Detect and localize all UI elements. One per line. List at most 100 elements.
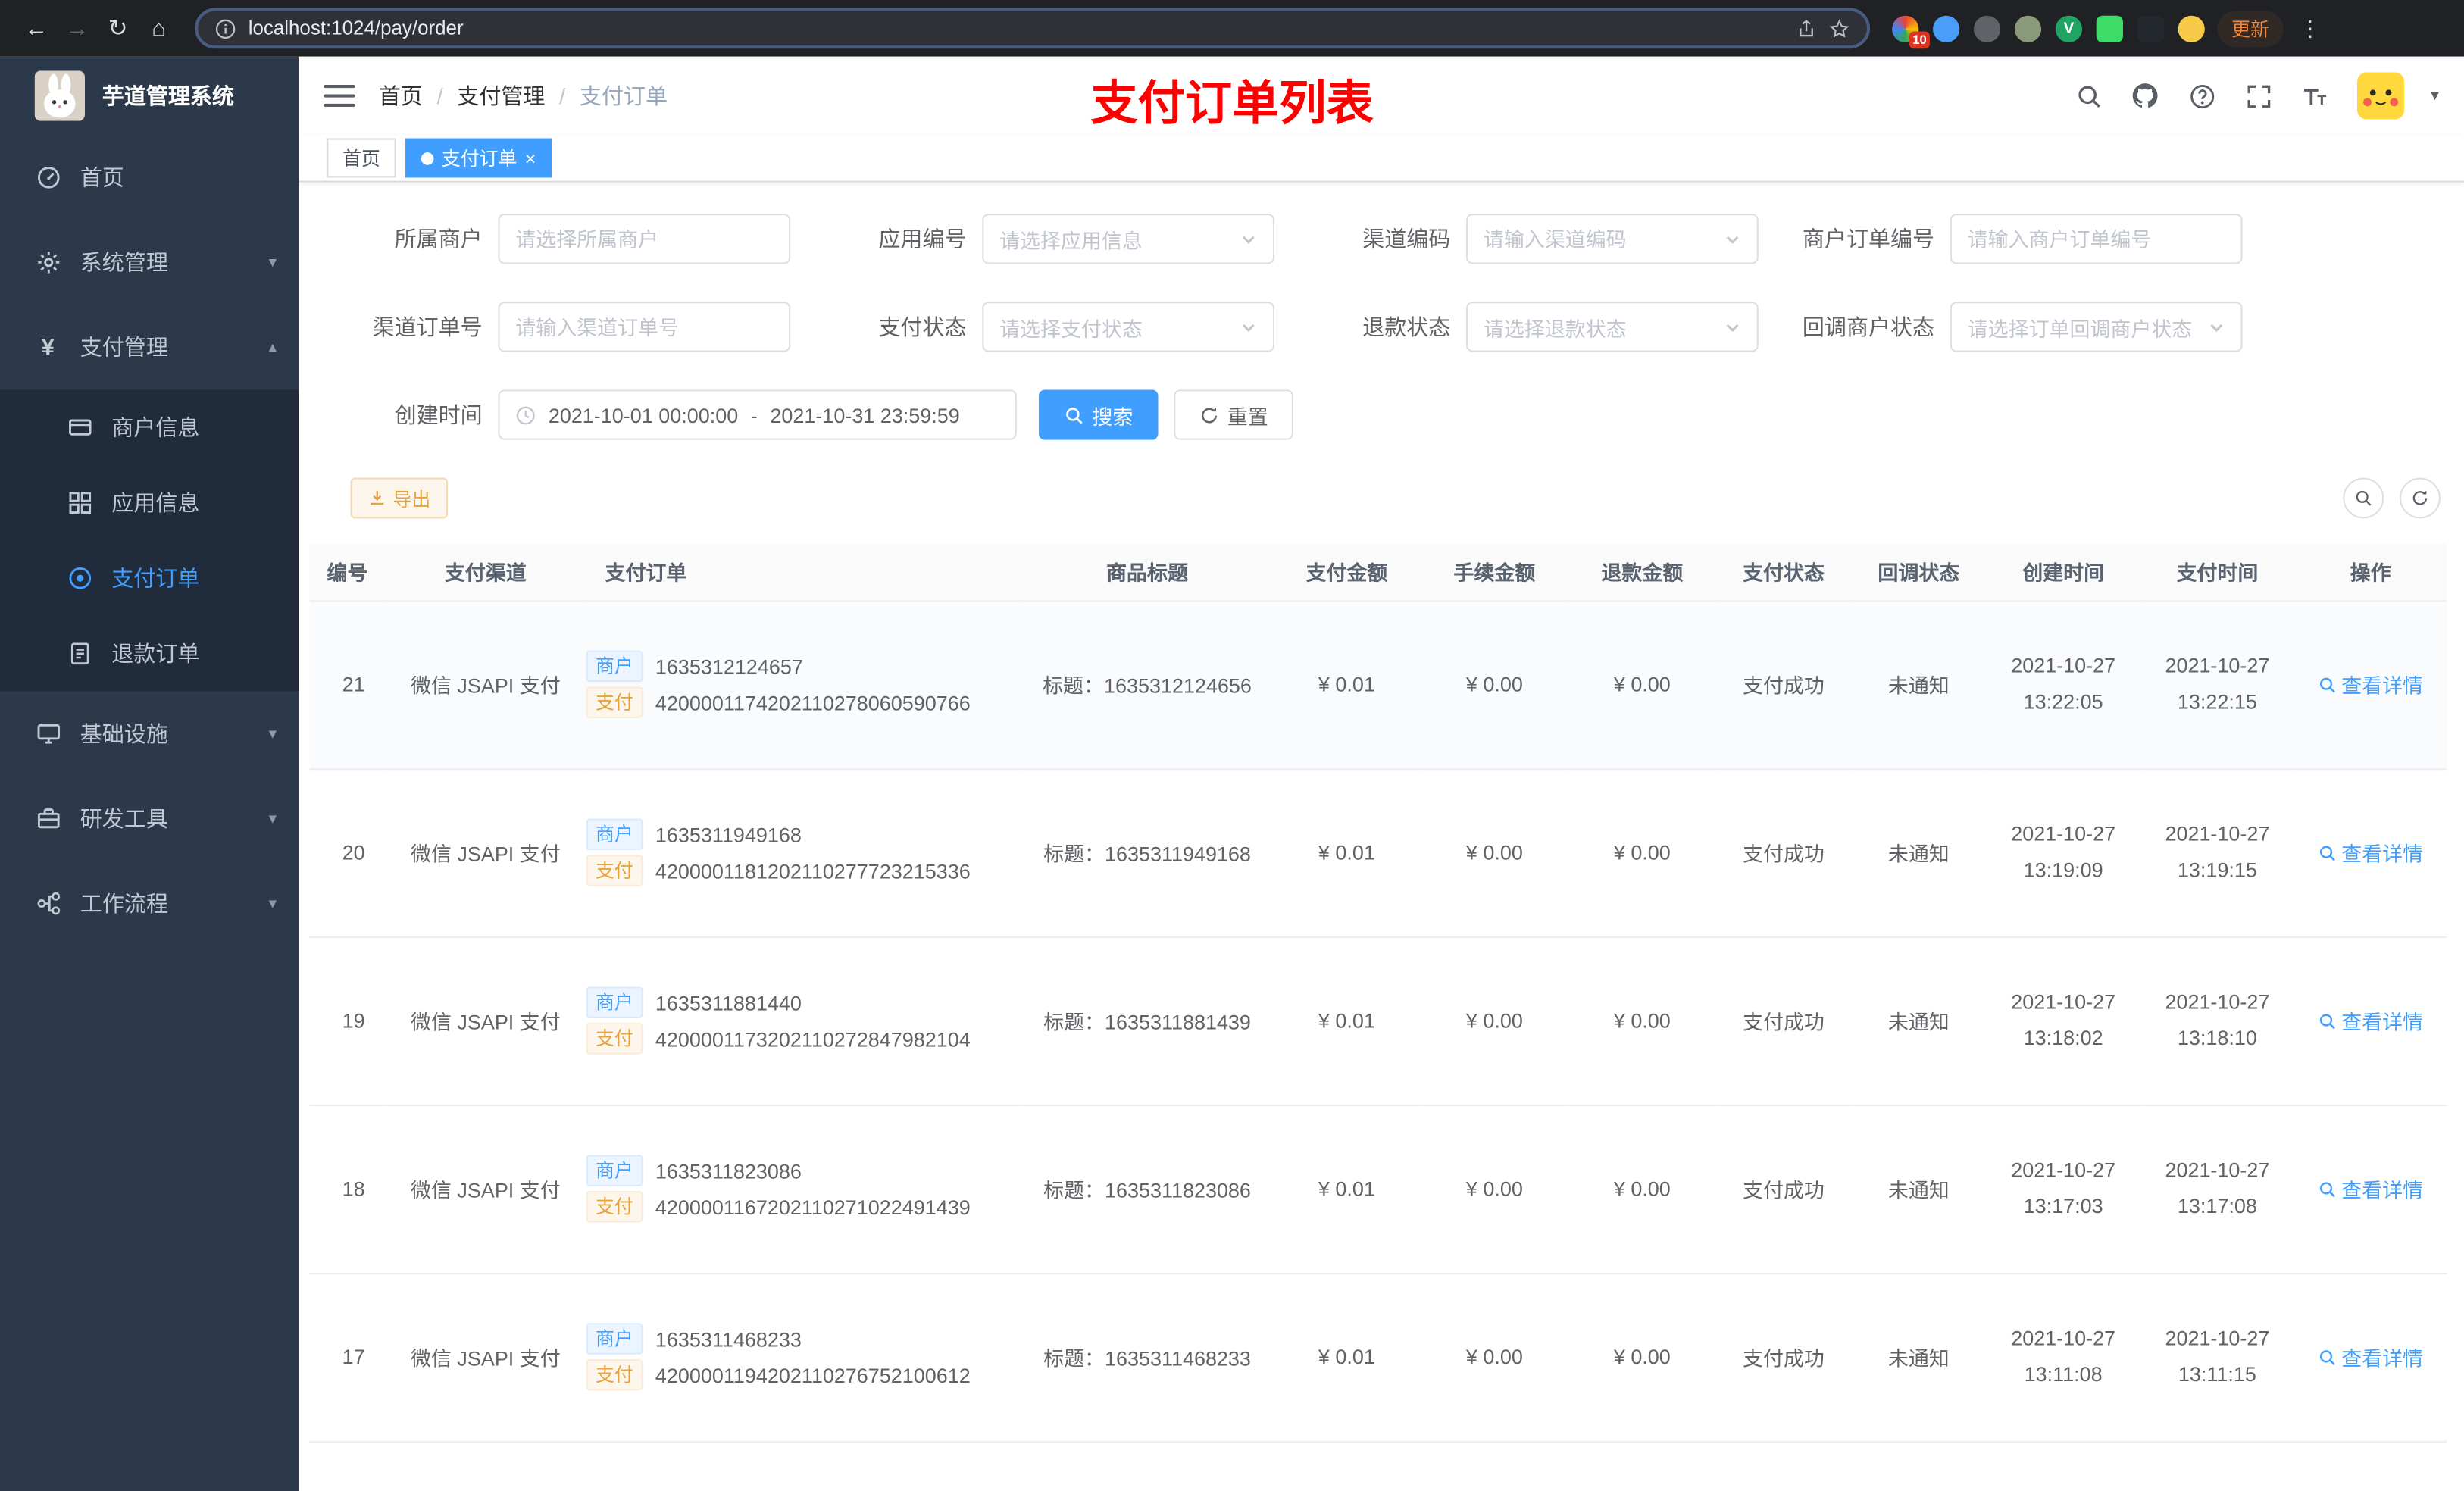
create-time-range-picker[interactable]: 2021-10-01 00:00:00 - 2021-10-31 23:59:5…	[498, 389, 1017, 440]
github-icon[interactable]	[2131, 81, 2160, 111]
sidebar-item-app-info[interactable]: 应用信息	[0, 465, 299, 541]
sidebar-item-label: 基础设施	[80, 720, 168, 747]
address-bar[interactable]: localhost:1024/pay/order	[195, 8, 1871, 49]
view-detail-link[interactable]: 查看详情	[2318, 670, 2423, 699]
sidebar-item-workflow[interactable]: 工作流程 ▾	[0, 861, 299, 946]
font-size-icon[interactable]	[2300, 81, 2330, 111]
merchant-tag: 商户	[586, 818, 643, 851]
order-table: 编号 支付渠道 支付订单 商品标题 支付金额 手续金额 退款金额 支付状态 回调…	[309, 543, 2447, 1491]
app-title: 芋道管理系统	[102, 83, 235, 109]
merchant-order-no-field[interactable]	[1950, 214, 2243, 264]
reset-button[interactable]: 重置	[1174, 389, 1293, 440]
range-start: 2021-10-01 00:00:00	[548, 402, 739, 427]
breadcrumb-separator	[437, 83, 443, 108]
cell-pay-status: 支付成功	[1715, 1272, 1852, 1442]
sidebar-item-refund-order[interactable]: 退款订单	[0, 616, 299, 692]
close-icon[interactable]: ×	[525, 148, 536, 167]
cell-fee: ¥ 0.00	[1420, 936, 1568, 1106]
cell-pay-order: 商户 1635311949168 支付 42000011812021102777…	[586, 768, 1022, 938]
sidebar-item-pay-order[interactable]: 支付订单	[0, 540, 299, 616]
browser-menu-icon[interactable]: ⋮	[2290, 8, 2331, 48]
export-button[interactable]: 导出	[350, 477, 449, 519]
view-detail-link[interactable]: 查看详情	[2318, 837, 2423, 867]
chevron-down-icon[interactable]: ▾	[2431, 87, 2438, 105]
back-icon[interactable]: ←	[16, 8, 57, 48]
user-avatar[interactable]	[2356, 72, 2405, 120]
extension-icon-1[interactable]: 10	[1892, 14, 1930, 48]
cell-amount: ¥ 0.01	[1272, 768, 1421, 938]
search-icon[interactable]	[2075, 81, 2104, 111]
col-notify-status: 回调状态	[1851, 543, 1987, 602]
chevron-down-icon: ▾	[268, 725, 277, 742]
extension-icon-3[interactable]	[1973, 14, 2001, 42]
col-pay-order: 支付订单	[586, 543, 1022, 602]
refund-status-select[interactable]: 请选择退款状态	[1466, 302, 1759, 352]
reload-icon[interactable]: ↻	[98, 8, 139, 48]
app-select[interactable]: 请选择应用信息	[982, 214, 1275, 264]
col-title: 商品标题	[1021, 543, 1273, 602]
sidebar-item-infrastructure[interactable]: 基础设施 ▾	[0, 692, 299, 777]
toolbox-icon	[35, 805, 61, 832]
breadcrumb-payment[interactable]: 支付管理	[457, 80, 545, 111]
cell-id: 18	[309, 1105, 386, 1274]
forward-icon[interactable]: →	[57, 8, 98, 48]
table-row: 19 微信 JSAPI 支付 商户 1635311881440 支付 42000…	[309, 936, 2447, 1106]
cell-amount: ¥ 0.01	[1272, 936, 1421, 1106]
channel-order-no-field[interactable]	[498, 302, 791, 352]
cell-pay-time	[2140, 1440, 2295, 1491]
cell-id: 17	[309, 1272, 386, 1442]
extension-icon-4[interactable]	[2014, 14, 2042, 42]
breadcrumb-home[interactable]: 首页	[379, 80, 423, 111]
share-icon[interactable]	[1796, 18, 1817, 39]
refresh-table-button[interactable]	[2399, 477, 2441, 519]
extension-icon-2[interactable]	[1933, 14, 1960, 42]
sidebar-item-home[interactable]: 首页	[0, 135, 299, 220]
toggle-search-button[interactable]	[2343, 477, 2384, 519]
extension-icon-6[interactable]	[2096, 14, 2123, 42]
extension-icon-8[interactable]	[2178, 14, 2205, 42]
cell-pay-time: 2021-10-27 13:19:15	[2140, 768, 2295, 938]
pay-tag: 支付	[586, 1191, 643, 1223]
merchant-select-input[interactable]	[515, 227, 774, 251]
cell-action: 查看详情	[2294, 1105, 2447, 1274]
browser-update-button[interactable]: 更新	[2217, 10, 2284, 47]
sidebar-item-system[interactable]: 系统管理 ▾	[0, 220, 299, 305]
bookmark-star-icon[interactable]	[1829, 18, 1850, 39]
search-button[interactable]: 搜索	[1038, 389, 1159, 440]
breadcrumb-separator	[559, 83, 565, 108]
home-icon[interactable]: ⌂	[139, 8, 180, 48]
sidebar-item-label: 商户信息	[111, 414, 200, 440]
sidebar-item-merchant-info[interactable]: 商户信息	[0, 389, 299, 465]
sidebar-item-payment[interactable]: ¥ 支付管理 ▴	[0, 305, 299, 389]
document-icon	[66, 640, 92, 667]
cell-notify-status: 未通知	[1851, 936, 1987, 1106]
notify-status-select[interactable]: 请选择订单回调商户状态	[1950, 302, 2243, 352]
extension-icon-7[interactable]	[2137, 14, 2164, 42]
channel-code-input[interactable]	[1483, 227, 1715, 251]
extension-icon-5[interactable]: V	[2055, 14, 2083, 42]
fullscreen-icon[interactable]	[2244, 81, 2274, 111]
yen-icon: ¥	[41, 333, 55, 361]
tab-label: 支付订单	[441, 147, 518, 170]
view-detail-link[interactable]: 查看详情	[2318, 1005, 2423, 1035]
site-info-icon[interactable]	[215, 18, 236, 39]
tab-pay-order[interactable]: 支付订单 ×	[405, 138, 552, 178]
sidebar-item-label: 应用信息	[111, 490, 200, 516]
sidebar-item-dev-tools[interactable]: 研发工具 ▾	[0, 777, 299, 861]
merchant-select[interactable]	[498, 214, 791, 264]
cell-action: 查看详情	[2294, 1440, 2447, 1491]
merchant-tag: 商户	[586, 650, 643, 683]
logo-row[interactable]: 芋道管理系统	[0, 57, 299, 136]
view-detail-link[interactable]: 查看详情	[2318, 1342, 2423, 1371]
help-icon[interactable]	[2187, 81, 2217, 111]
channel-code-select[interactable]	[1466, 214, 1759, 264]
pay-status-select[interactable]: 请选择支付状态	[982, 302, 1275, 352]
view-detail-link[interactable]: 查看详情	[2318, 1174, 2423, 1203]
merchant-order-no-input[interactable]	[1967, 227, 2225, 251]
col-channel: 支付渠道	[385, 543, 586, 602]
col-refund: 退款金额	[1568, 543, 1716, 602]
channel-order-no-input[interactable]	[515, 314, 774, 339]
sidebar-toggle-icon[interactable]	[324, 84, 355, 108]
tab-home[interactable]: 首页	[327, 138, 396, 178]
cell-notify-status: 未通知	[1851, 1272, 1987, 1442]
